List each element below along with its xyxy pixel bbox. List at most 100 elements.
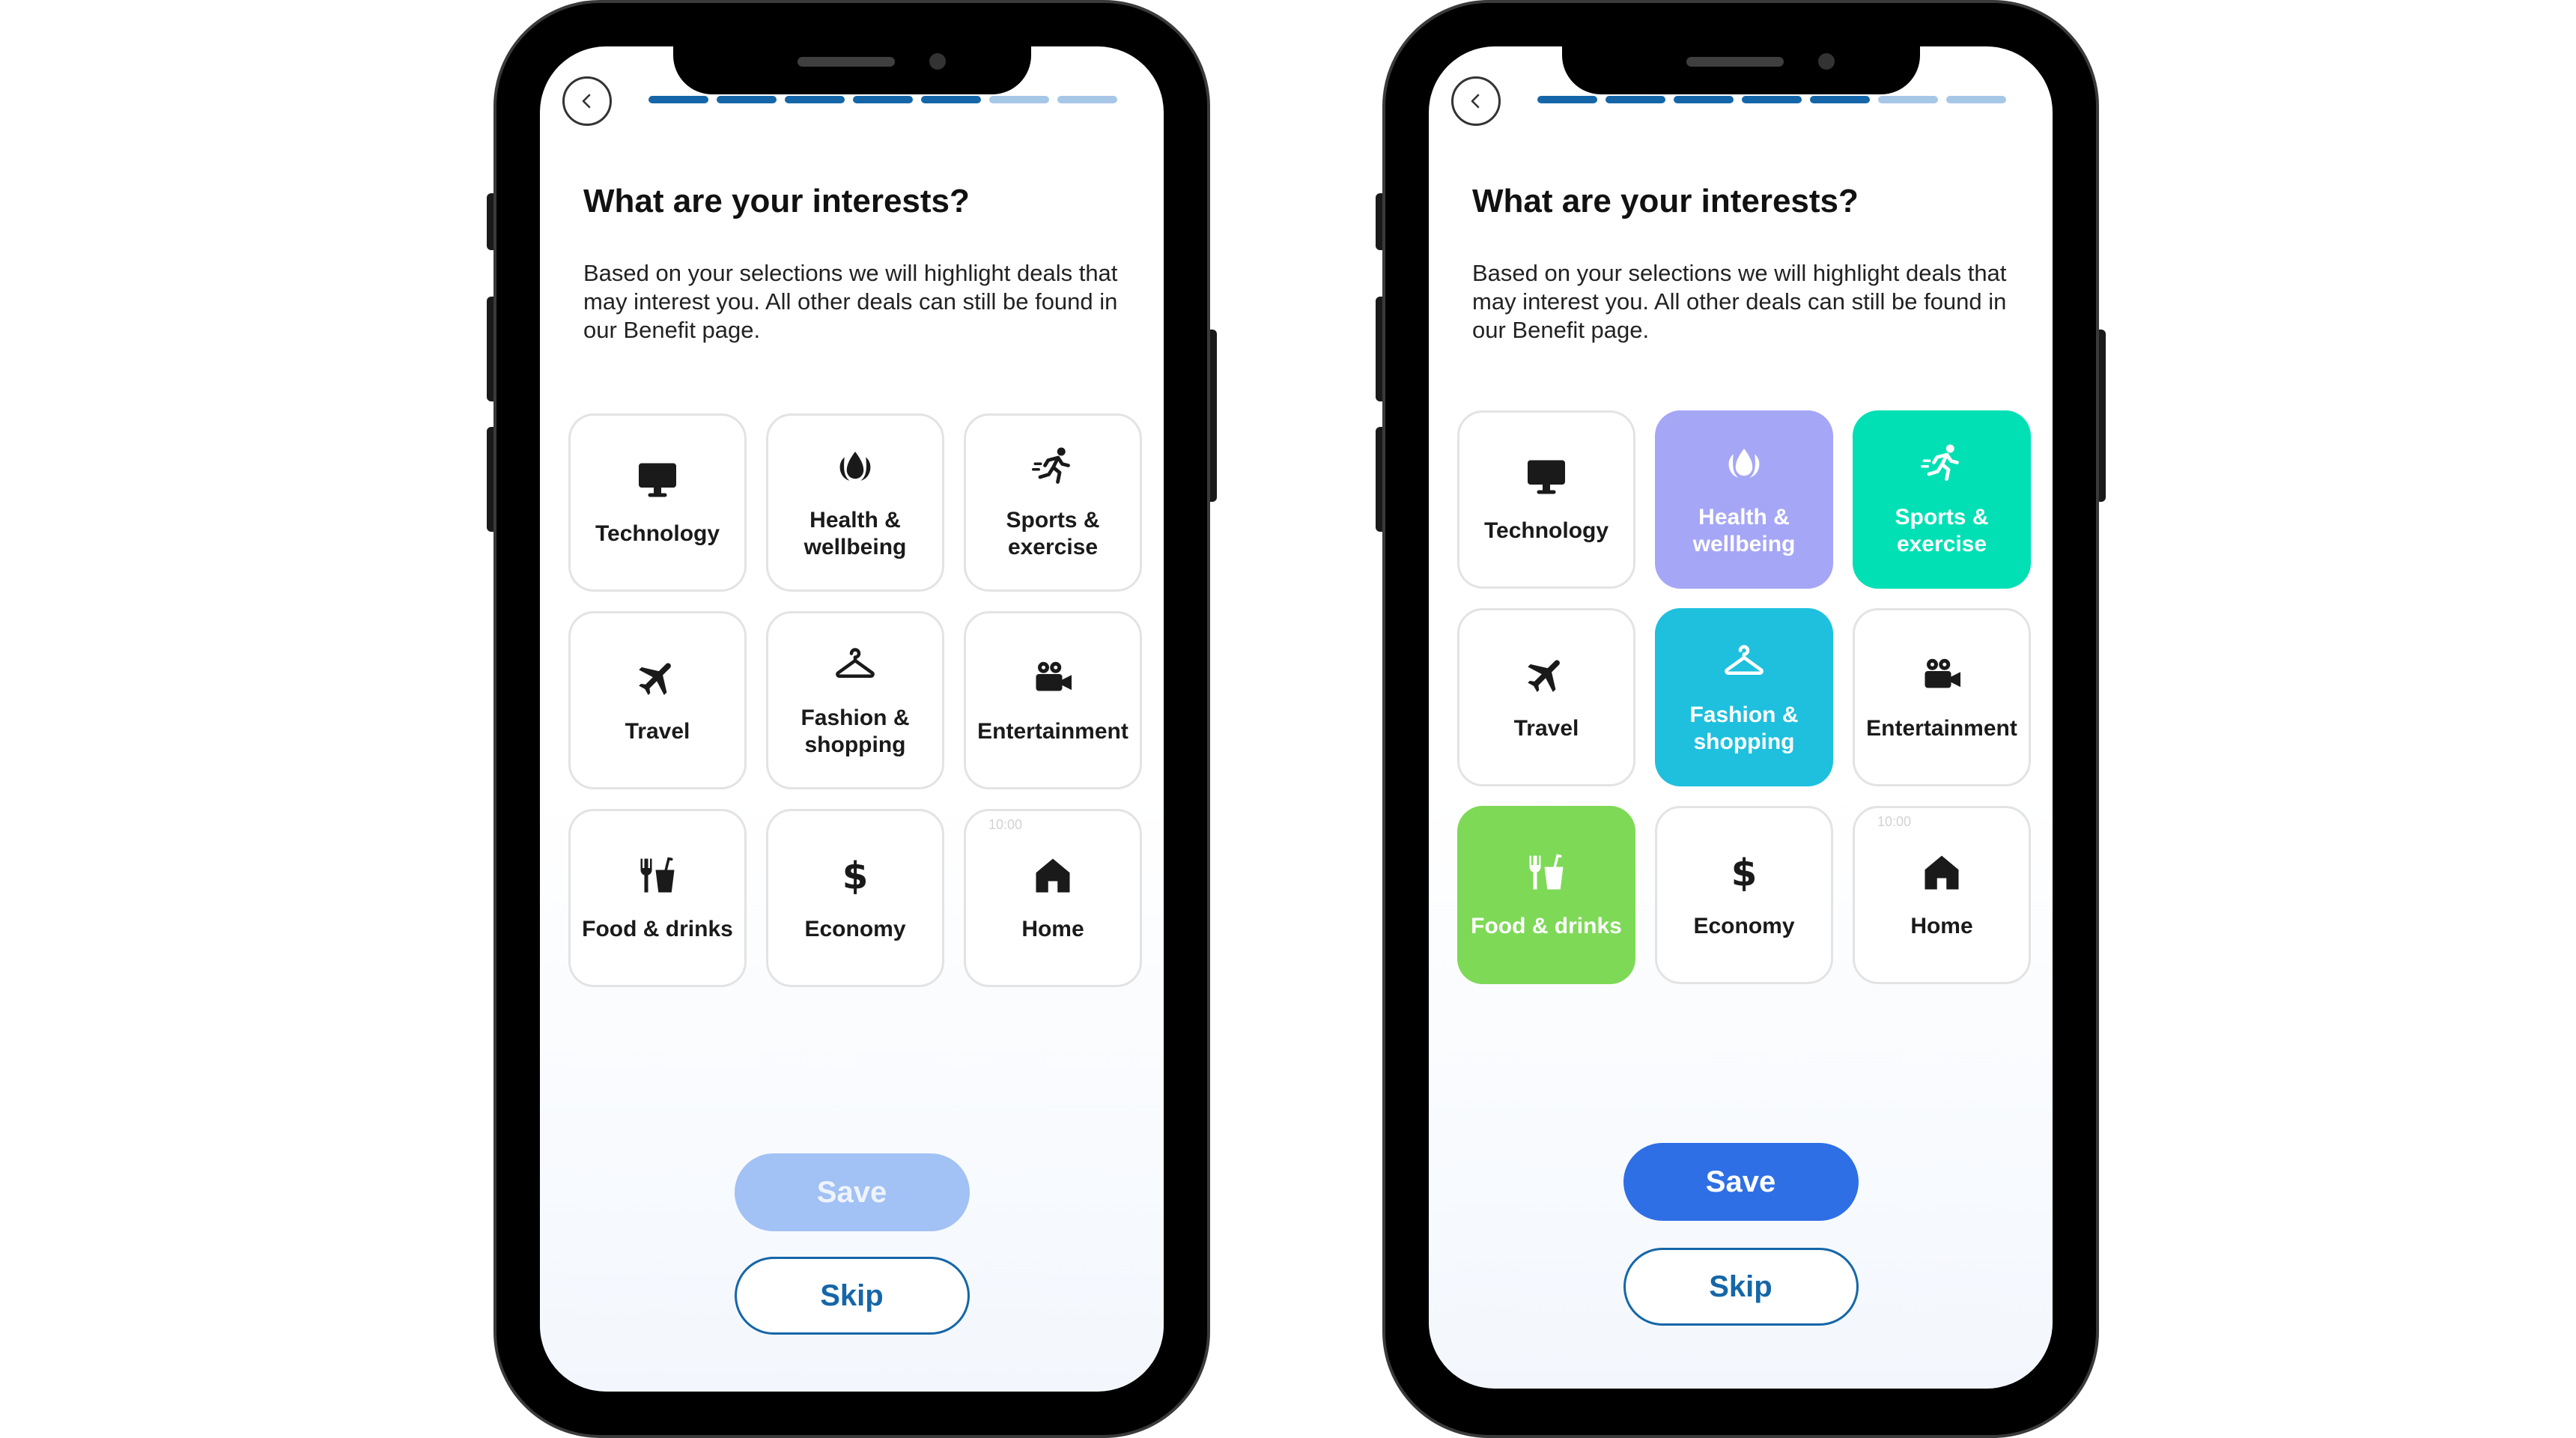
interest-label: Travel bbox=[625, 719, 690, 744]
interest-tile-food[interactable]: Food & drinks bbox=[1457, 806, 1635, 984]
save-button[interactable]: Save bbox=[734, 1153, 970, 1231]
phone-notch bbox=[1561, 42, 1920, 94]
interest-label: Economy bbox=[804, 917, 906, 941]
interest-label: Health & wellbeing bbox=[1692, 505, 1796, 556]
progress-step-5 bbox=[1810, 96, 1870, 103]
back-button[interactable] bbox=[1451, 76, 1501, 126]
phone-mockup-after: What are your interests? Based on your s… bbox=[1376, 0, 2106, 1438]
interest-tile-health[interactable]: Health & wellbeing bbox=[1655, 410, 1833, 589]
faint-time-text: 10:00 bbox=[988, 817, 1023, 832]
interest-tile-home[interactable]: 10:00 Home bbox=[964, 809, 1142, 987]
progress-step-1 bbox=[1537, 96, 1597, 103]
interest-label: Home bbox=[1910, 914, 1973, 938]
hanger-icon bbox=[1725, 645, 1764, 675]
progress-step-7 bbox=[1057, 96, 1117, 103]
phone-frame: What are your interests? Based on your s… bbox=[493, 0, 1210, 1438]
interest-label: Economy bbox=[1693, 914, 1795, 938]
cutlery-cup-icon bbox=[1529, 854, 1564, 890]
front-camera bbox=[1817, 53, 1835, 70]
monitor-icon bbox=[1528, 460, 1565, 494]
interest-tile-economy[interactable]: $ Economy bbox=[1655, 806, 1833, 984]
interest-label: Fashion & shopping bbox=[801, 706, 910, 757]
save-button[interactable]: Save bbox=[1623, 1143, 1859, 1221]
interest-tile-health[interactable]: Health & wellbeing bbox=[766, 413, 944, 592]
hanger-icon bbox=[836, 648, 875, 678]
interest-tile-economy[interactable]: $ Economy bbox=[766, 809, 944, 987]
progress-step-6 bbox=[1878, 96, 1938, 103]
progress-step-3 bbox=[785, 96, 845, 103]
interest-tile-fashion[interactable]: Fashion & shopping bbox=[1655, 608, 1833, 786]
interest-tile-food[interactable]: Food & drinks bbox=[568, 809, 747, 987]
interest-tile-sports[interactable]: Sports & exercise bbox=[964, 413, 1142, 592]
interest-label: Sports & exercise bbox=[1006, 508, 1100, 559]
interest-label: Entertainment bbox=[1866, 716, 2017, 741]
skip-button[interactable]: Skip bbox=[734, 1257, 970, 1335]
svg-text:$: $ bbox=[1731, 852, 1758, 895]
movie-camera-icon bbox=[1036, 661, 1072, 691]
progress-indicator bbox=[1537, 96, 2006, 103]
page-title: What are your interests? bbox=[583, 183, 970, 219]
interest-tile-travel[interactable]: Travel bbox=[1457, 608, 1635, 786]
dollar-icon: $ bbox=[1731, 852, 1758, 895]
interests-screen: What are your interests? Based on your s… bbox=[540, 46, 1164, 1392]
interest-label: Entertainment bbox=[977, 719, 1128, 744]
progress-step-7 bbox=[1946, 96, 2006, 103]
interest-label: Fashion & shopping bbox=[1689, 703, 1799, 754]
movie-camera-icon bbox=[1925, 658, 1960, 688]
speaker-grille bbox=[797, 57, 895, 67]
house-icon bbox=[1036, 858, 1070, 893]
svg-text:$: $ bbox=[842, 855, 869, 898]
chevron-left-icon bbox=[1471, 94, 1480, 109]
progress-step-6 bbox=[989, 96, 1049, 103]
interest-label: Sports & exercise bbox=[1895, 505, 1989, 556]
cutlery-cup-icon bbox=[640, 857, 675, 893]
phone-mockup-before: What are your interests? Based on your s… bbox=[487, 0, 1217, 1438]
airplane-icon bbox=[1528, 660, 1560, 692]
phone-frame: What are your interests? Based on your s… bbox=[1382, 0, 2099, 1438]
page-description: Based on your selections we will highlig… bbox=[1472, 260, 2007, 343]
progress-step-4 bbox=[853, 96, 913, 103]
interest-tile-entertainment[interactable]: Entertainment bbox=[964, 611, 1142, 789]
interest-label: Technology bbox=[595, 521, 720, 546]
interest-tile-sports[interactable]: Sports & exercise bbox=[1853, 410, 2031, 589]
interest-tile-fashion[interactable]: Fashion & shopping bbox=[766, 611, 944, 789]
interest-tile-technology[interactable]: Technology bbox=[568, 413, 747, 592]
interest-label: Food & drinks bbox=[1471, 914, 1622, 938]
progress-step-3 bbox=[1674, 96, 1734, 103]
speaker-grille bbox=[1686, 57, 1784, 67]
progress-step-5 bbox=[921, 96, 981, 103]
monitor-icon bbox=[639, 463, 676, 497]
interest-label: Travel bbox=[1513, 716, 1579, 741]
running-person-icon bbox=[1921, 444, 1959, 481]
progress-step-1 bbox=[648, 96, 708, 103]
skip-button[interactable]: Skip bbox=[1623, 1248, 1859, 1326]
interests-screen: What are your interests? Based on your s… bbox=[1429, 46, 2053, 1389]
interest-label: Food & drinks bbox=[582, 917, 733, 941]
progress-indicator bbox=[648, 96, 1117, 103]
interest-label: Home bbox=[1021, 917, 1084, 941]
interest-tile-entertainment[interactable]: Entertainment bbox=[1853, 608, 2031, 786]
airplane-icon bbox=[639, 663, 671, 695]
progress-step-4 bbox=[1742, 96, 1802, 103]
interest-tile-technology[interactable]: Technology bbox=[1457, 410, 1635, 589]
page-description: Based on your selections we will highlig… bbox=[583, 260, 1118, 343]
lotus-drop-icon bbox=[839, 452, 871, 481]
interest-grid: Technology Health & wellbeing Sports & e… bbox=[568, 413, 1142, 987]
interest-grid: Technology Health & wellbeing Sports & e… bbox=[1457, 410, 2031, 984]
progress-step-2 bbox=[1606, 96, 1665, 103]
faint-time-text: 10:00 bbox=[1877, 814, 1912, 829]
house-icon bbox=[1925, 855, 1959, 890]
page-title: What are your interests? bbox=[1472, 183, 1859, 219]
interest-tile-travel[interactable]: Travel bbox=[568, 611, 747, 789]
running-person-icon bbox=[1032, 447, 1070, 484]
phone-notch bbox=[672, 42, 1031, 94]
interest-tile-home[interactable]: 10:00 Home bbox=[1853, 806, 2031, 984]
chevron-left-icon bbox=[582, 94, 591, 109]
progress-step-2 bbox=[717, 96, 777, 103]
interest-label: Health & wellbeing bbox=[804, 508, 907, 559]
back-button[interactable] bbox=[562, 76, 612, 126]
dollar-icon: $ bbox=[842, 855, 869, 898]
front-camera bbox=[929, 53, 946, 70]
lotus-drop-icon bbox=[1728, 449, 1760, 478]
interest-label: Technology bbox=[1483, 518, 1609, 543]
